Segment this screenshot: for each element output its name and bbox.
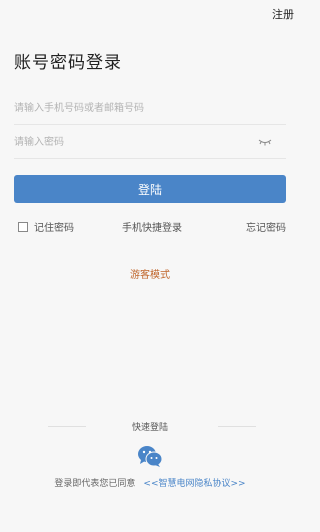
password-field	[14, 128, 286, 159]
login-button[interactable]: 登陆	[14, 175, 286, 203]
remember-password[interactable]: 记住密码	[18, 219, 74, 234]
account-input[interactable]	[14, 94, 244, 122]
password-input[interactable]	[14, 128, 244, 156]
phone-quick-login-link[interactable]: 手机快捷登录	[122, 219, 182, 234]
divider-right	[218, 426, 256, 427]
account-field	[14, 94, 286, 125]
remember-label: 记住密码	[34, 223, 74, 234]
forgot-password-link[interactable]: 忘记密码	[246, 219, 286, 234]
register-link[interactable]: 注册	[272, 6, 294, 22]
eye-closed-icon[interactable]	[258, 137, 272, 147]
privacy-agreement-link[interactable]: <<智慧电网隐私协议>>	[143, 479, 245, 489]
wechat-icon[interactable]	[137, 444, 163, 468]
remember-checkbox[interactable]	[18, 221, 28, 232]
agreement-text: 登录即代表您已同意	[54, 479, 136, 489]
agreement-line: 登录即代表您已同意 <<智慧电网隐私协议>>	[0, 476, 300, 489]
guest-mode-link[interactable]: 游客模式	[0, 266, 300, 281]
quick-login-divider: 快速登陆	[0, 420, 300, 434]
page-title: 账号密码登录	[14, 53, 122, 73]
